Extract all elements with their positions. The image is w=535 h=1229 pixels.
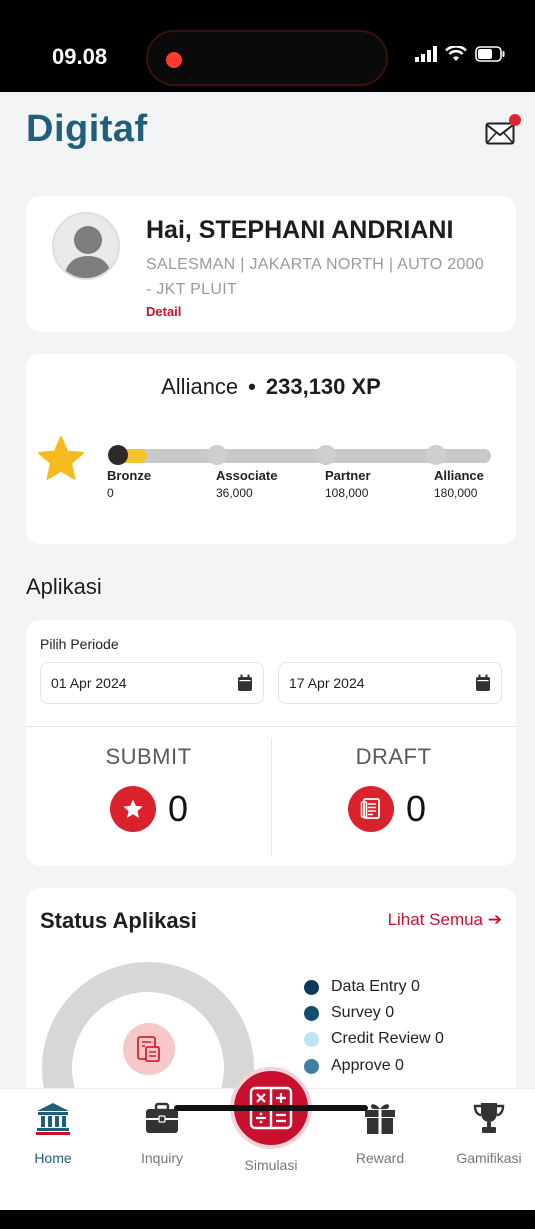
star-badge-icon — [123, 799, 143, 818]
calendar-icon — [476, 674, 490, 691]
submit-star-icon — [110, 786, 156, 832]
milestone-value-associate: 36,000 — [216, 486, 253, 500]
greeting-text: Hai, STEPHANI ANDRIANI — [146, 216, 454, 244]
mail-icon — [485, 122, 515, 145]
calendar-icon — [238, 674, 252, 691]
legend-dot — [304, 1058, 319, 1074]
see-all-link[interactable]: Lihat Semua ➔ — [388, 910, 502, 930]
dynamic-island — [146, 30, 388, 86]
milestone-dot-associate — [207, 445, 227, 465]
trophy-icon — [473, 1103, 505, 1133]
milestone-dot-partner — [316, 445, 336, 465]
milestone-dot-alliance — [426, 445, 446, 465]
app-screen: Digitaf Hai, STEPHANI ANDRIANI SALESMAN … — [0, 92, 535, 1210]
legend-item-survey: Survey 0 — [304, 1004, 394, 1022]
legend-label: Credit Review 0 — [331, 1030, 444, 1047]
milestone-label-partner: Partner — [325, 468, 371, 483]
aplikasi-card: Pilih Periode 01 Apr 2024 17 Apr 2024 SU… — [26, 620, 516, 866]
milestone-label-associate: Associate — [216, 468, 278, 483]
start-date-value: 01 Apr 2024 — [51, 675, 127, 691]
milestone-value-alliance: 180,000 — [434, 486, 478, 500]
tier-name: Alliance — [161, 374, 239, 399]
start-date-input[interactable]: 01 Apr 2024 — [40, 662, 264, 704]
xp-total: 233,130 XP — [265, 374, 381, 399]
milestone-label-alliance: Alliance — [434, 468, 484, 483]
legend-label: Data Entry 0 — [331, 978, 420, 995]
arrow-right-icon: ➔ — [487, 910, 502, 929]
legend-label: Approve 0 — [331, 1057, 404, 1074]
mail-button[interactable] — [485, 114, 521, 148]
status-icons — [415, 46, 505, 62]
document-stack-icon — [137, 1036, 160, 1062]
notification-dot — [509, 114, 521, 126]
document-icon — [360, 798, 380, 819]
role-text: SALESMAN | JAKARTA NORTH | AUTO 2000 - J… — [146, 256, 485, 298]
legend-item-data-entry: Data Entry 0 — [304, 978, 420, 996]
milestone-value-bronze: 0 — [107, 486, 114, 500]
nav-label-inquiry: Inquiry — [140, 1150, 184, 1166]
signal-icon — [415, 46, 437, 62]
detail-link[interactable]: Detail — [146, 304, 181, 319]
avatar — [52, 212, 120, 280]
status-time: 09.08 — [52, 44, 108, 69]
tier-card: Alliance • 233,130 XP Bronze 0 Associate 3… — [26, 354, 516, 544]
nav-gamifikasi[interactable]: Gamifikasi — [444, 1101, 534, 1166]
status-bar: 09.08 — [0, 0, 535, 92]
end-date-input[interactable]: 17 Apr 2024 — [278, 662, 502, 704]
screen-bezel — [0, 1210, 535, 1229]
wifi-icon — [445, 46, 467, 61]
nav-label-home: Home — [34, 1150, 72, 1166]
legend-dot — [304, 979, 319, 995]
aplikasi-section-title: Aplikasi — [26, 574, 102, 599]
nav-label-reward: Reward — [355, 1150, 405, 1166]
legend-item-approve: Approve 0 — [304, 1057, 404, 1075]
bank-icon — [36, 1103, 70, 1135]
nav-home[interactable]: Home — [8, 1101, 98, 1166]
legend-dot — [304, 1031, 319, 1047]
submit-label: SUBMIT — [105, 744, 192, 769]
battery-icon — [475, 46, 505, 62]
profile-card: Hai, STEPHANI ANDRIANI SALESMAN | JAKART… — [26, 196, 516, 332]
app-header: Digitaf — [0, 92, 535, 182]
see-all-label: Lihat Semua — [387, 910, 484, 929]
legend-dot — [304, 1005, 319, 1021]
application-document-icon — [123, 1023, 175, 1075]
recording-indicator-icon — [166, 52, 182, 68]
milestone-label-bronze: Bronze — [107, 468, 152, 483]
home-indicator — [174, 1105, 368, 1111]
milestone-value-partner: 108,000 — [325, 486, 369, 500]
end-date-value: 17 Apr 2024 — [289, 675, 365, 691]
nav-label-gamifikasi: Gamifikasi — [456, 1150, 522, 1166]
tier-title: Alliance • 233,130 XP — [26, 374, 516, 400]
star-icon — [38, 436, 84, 480]
draft-document-icon — [348, 786, 394, 832]
user-silhouette-icon — [64, 226, 112, 278]
draft-label: DRAFT — [355, 744, 432, 769]
submit-count: 0 — [168, 788, 189, 829]
bullet-separator: • — [248, 374, 256, 399]
divider — [26, 726, 516, 727]
app-logo: Digitaf — [26, 108, 148, 150]
nav-label-simulasi[interactable]: Simulasi — [226, 1157, 316, 1173]
legend-label: Survey 0 — [331, 1004, 395, 1021]
periode-label: Pilih Periode — [40, 636, 119, 652]
status-aplikasi-title: Status Aplikasi — [40, 908, 197, 933]
draft-count: 0 — [406, 788, 427, 829]
milestone-dot-bronze — [108, 445, 128, 465]
legend-item-credit-review: Credit Review 0 — [304, 1030, 444, 1048]
